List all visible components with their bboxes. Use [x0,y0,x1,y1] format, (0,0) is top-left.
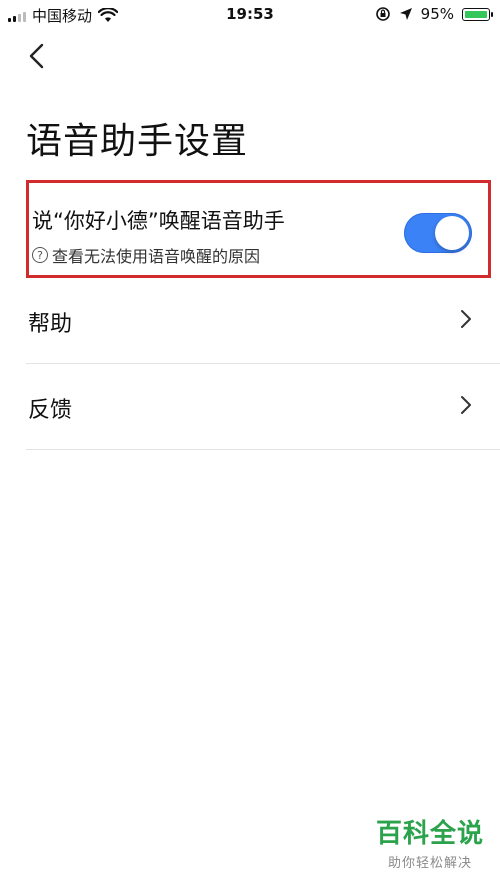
toggle-knob [435,216,469,250]
location-arrow-icon [399,8,412,20]
watermark: 百科全说 助你轻松解决 [376,813,484,871]
status-right: 95% [375,5,493,23]
watermark-subtitle: 助你轻松解决 [387,856,472,871]
chevron-right-icon [461,396,471,414]
chevron-left-icon [29,43,44,69]
battery-percent: 95% [420,5,454,23]
watermark-title: 百科全说 [375,819,484,849]
voice-wake-label: 说“你好小德”唤醒语音助手 [32,209,285,233]
voice-wake-help-text: 查看无法使用语音唤醒的原因 [52,247,261,266]
menu-item-label: 反馈 [28,398,73,423]
status-bar: 中国移动 19:53 95% [0,0,500,30]
question-circle-icon: ? [32,247,48,263]
menu-item-feedback[interactable]: 反馈 [26,364,500,450]
orientation-lock-icon [375,7,390,21]
back-button[interactable] [28,38,58,74]
voice-wake-setting-row: 说“你好小德”唤醒语音助手 ? 查看无法使用语音唤醒的原因 [26,180,491,278]
voice-wake-help-link[interactable]: ? 查看无法使用语音唤醒的原因 [32,243,260,267]
voice-wake-toggle[interactable] [404,213,472,253]
chevron-right-icon [461,310,471,328]
page-title: 语音助手设置 [26,121,249,162]
battery-icon [462,7,493,21]
menu-item-help[interactable]: 帮助 [26,278,500,364]
menu-item-label: 帮助 [28,312,73,337]
